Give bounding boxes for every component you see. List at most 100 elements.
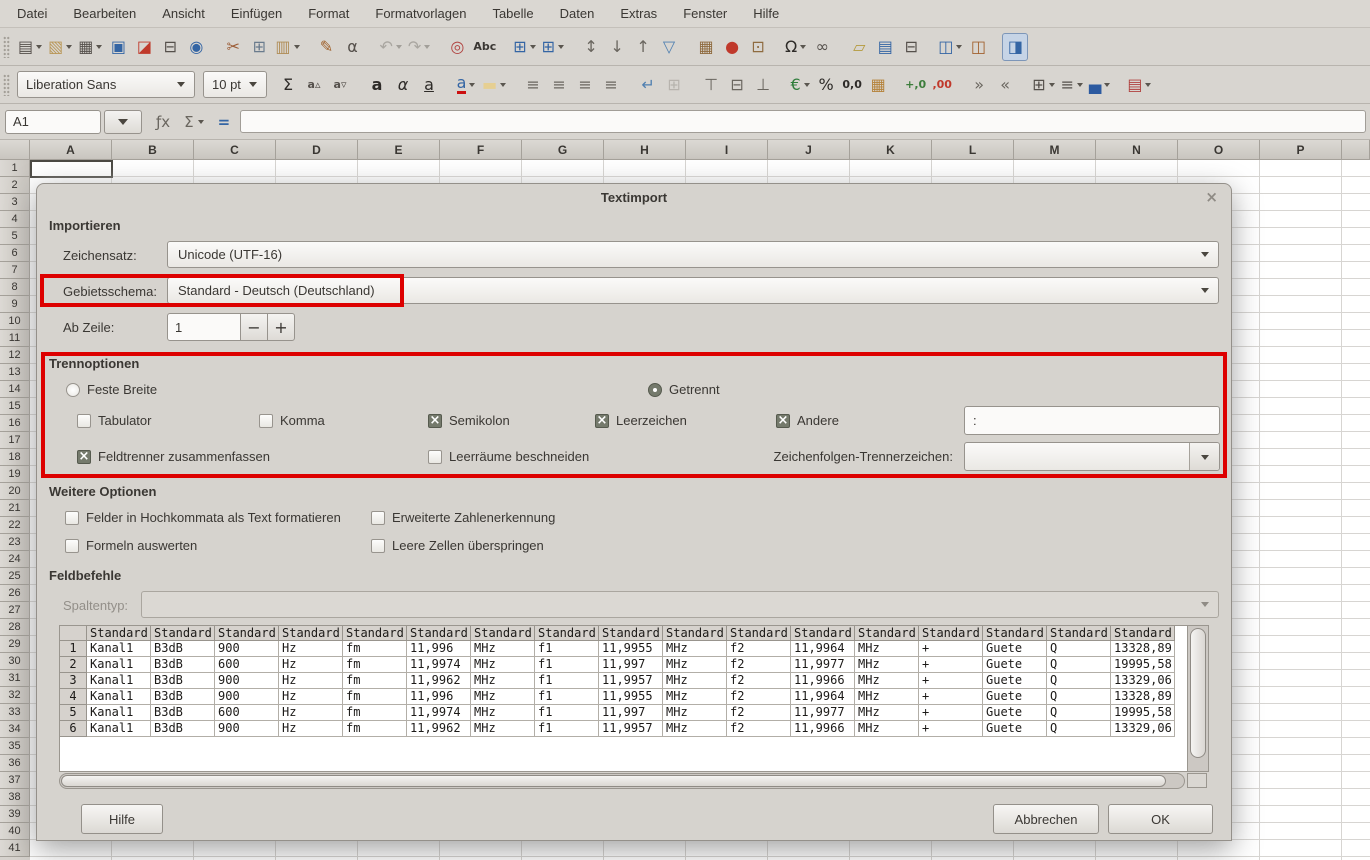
conditional-formatting-icon[interactable]: ▤: [1124, 71, 1154, 99]
preview-column-header[interactable]: Standard: [663, 626, 727, 641]
scrollbar-thumb[interactable]: [1190, 628, 1206, 758]
sort-ascending-icon[interactable]: ↓: [604, 33, 630, 61]
dropdown-arrow-icon[interactable]: [36, 45, 42, 49]
select-all-corner[interactable]: [0, 140, 30, 160]
charset-combo[interactable]: Unicode (UTF-16): [167, 241, 1219, 268]
align-center-icon[interactable]: ≡: [546, 71, 572, 99]
menu-item[interactable]: Einfügen: [218, 0, 295, 28]
save-icon[interactable]: ▦: [75, 33, 105, 61]
preview-column-header[interactable]: Standard: [279, 626, 343, 641]
ok-button[interactable]: OK: [1108, 804, 1213, 834]
dropdown-arrow-icon[interactable]: [956, 45, 962, 49]
dropdown-arrow-icon[interactable]: [530, 45, 536, 49]
row-header[interactable]: 15: [0, 398, 30, 415]
clear-formatting-icon[interactable]: α: [340, 33, 366, 61]
table-rows-icon[interactable]: ⊞: [510, 33, 538, 61]
menu-item[interactable]: Datei: [4, 0, 60, 28]
copy-icon[interactable]: ⊞: [246, 33, 272, 61]
evaluate-formulas-option[interactable]: Formeln auswerten: [65, 538, 197, 553]
detect-numbers-checkbox[interactable]: [371, 511, 385, 525]
preview-horizontal-scrollbar[interactable]: [59, 773, 1185, 789]
sort-icon[interactable]: ↕: [578, 33, 604, 61]
row-header[interactable]: 2: [0, 177, 30, 194]
formula-equals-icon[interactable]: =: [218, 113, 231, 131]
table-columns-icon[interactable]: ⊞: [539, 33, 567, 61]
save-as-icon[interactable]: ▣: [105, 33, 131, 61]
spinner-plus-button[interactable]: +: [267, 313, 295, 341]
column-header[interactable]: O: [1178, 140, 1260, 160]
row-header[interactable]: 24: [0, 551, 30, 568]
print-preview-icon[interactable]: ◉: [183, 33, 209, 61]
find-replace-icon[interactable]: ◎: [444, 33, 470, 61]
dropdown-arrow-icon[interactable]: [66, 45, 72, 49]
delete-decimal-icon[interactable]: ,00: [929, 71, 955, 99]
wrap-text-icon[interactable]: ↵: [635, 71, 661, 99]
dropdown-arrow-icon[interactable]: [294, 45, 300, 49]
preview-column-header[interactable]: Standard: [343, 626, 407, 641]
row-header[interactable]: 38: [0, 789, 30, 806]
align-left-icon[interactable]: ≡: [520, 71, 546, 99]
spelling-icon[interactable]: Abc: [470, 33, 499, 61]
skip-empty-checkbox[interactable]: [371, 539, 385, 553]
function-wizard-icon[interactable]: ƒx: [156, 113, 170, 131]
row-header[interactable]: 16: [0, 415, 30, 432]
toolbar-grip[interactable]: [3, 36, 10, 58]
from-row-input[interactable]: 1: [167, 313, 241, 341]
preview-column-header[interactable]: Standard: [151, 626, 215, 641]
menu-item[interactable]: Hilfe: [740, 0, 792, 28]
row-header[interactable]: 7: [0, 262, 30, 279]
row-header[interactable]: 11: [0, 330, 30, 347]
menu-item[interactable]: Fenster: [670, 0, 740, 28]
borders-icon[interactable]: ⊞: [1029, 71, 1057, 99]
highlight-color-icon[interactable]: ▬: [479, 71, 509, 99]
row-header[interactable]: 30: [0, 653, 30, 670]
special-character-icon[interactable]: Ω: [782, 33, 809, 61]
cut-icon[interactable]: ✂: [220, 33, 246, 61]
toolbar-grip[interactable]: [3, 74, 10, 96]
column-header[interactable]: F: [440, 140, 522, 160]
preview-column-header[interactable]: Standard: [919, 626, 983, 641]
pivot-table-icon[interactable]: ⊡: [745, 33, 771, 61]
preview-vertical-scrollbar[interactable]: [1187, 626, 1208, 771]
row-header[interactable]: 10: [0, 313, 30, 330]
skip-empty-option[interactable]: Leere Zellen überspringen: [371, 538, 544, 553]
column-header[interactable]: N: [1096, 140, 1178, 160]
dropdown-arrow-icon[interactable]: [1145, 83, 1151, 87]
add-decimal-icon[interactable]: +,0: [902, 71, 929, 99]
date-format-icon[interactable]: ▦: [865, 71, 891, 99]
row-header[interactable]: 13: [0, 364, 30, 381]
border-color-icon[interactable]: ▄: [1086, 71, 1113, 99]
redo-icon[interactable]: ↷: [405, 33, 433, 61]
decrease-indent-icon[interactable]: «: [992, 71, 1018, 99]
row-header[interactable]: 23: [0, 534, 30, 551]
dropdown-arrow-icon[interactable]: [1077, 83, 1083, 87]
row-header[interactable]: 21: [0, 500, 30, 517]
print-icon[interactable]: ⊟: [157, 33, 183, 61]
row-header[interactable]: 41: [0, 840, 30, 857]
font-name-combo[interactable]: Liberation Sans: [17, 71, 195, 98]
help-button[interactable]: Hilfe: [81, 804, 163, 834]
dropdown-arrow-icon[interactable]: [96, 45, 102, 49]
preview-column-header[interactable]: Standard: [535, 626, 599, 641]
row-header[interactable]: 14: [0, 381, 30, 398]
menu-item[interactable]: Formatvorlagen: [362, 0, 479, 28]
row-header[interactable]: 33: [0, 704, 30, 721]
dropdown-arrow-icon[interactable]: [396, 45, 402, 49]
column-header[interactable]: I: [686, 140, 768, 160]
insert-image-icon[interactable]: ▦: [693, 33, 719, 61]
new-document-icon[interactable]: ▤: [15, 33, 45, 61]
increase-indent-icon[interactable]: »: [966, 71, 992, 99]
spinner-minus-button[interactable]: −: [240, 313, 268, 341]
font-size-combo[interactable]: 10 pt: [203, 71, 267, 98]
sum-icon[interactable]: Σ: [184, 113, 193, 131]
dropdown-arrow-icon[interactable]: [558, 45, 564, 49]
preview-column-header[interactable]: Standard: [727, 626, 791, 641]
menu-item[interactable]: Tabelle: [479, 0, 546, 28]
row-header[interactable]: 35: [0, 738, 30, 755]
freeze-panes-icon[interactable]: ◫: [935, 33, 965, 61]
preview-column-header[interactable]: Standard: [87, 626, 151, 641]
clone-formatting-icon[interactable]: ✎: [314, 33, 340, 61]
row-header[interactable]: 28: [0, 619, 30, 636]
column-header[interactable]: M: [1014, 140, 1096, 160]
row-header[interactable]: 17: [0, 432, 30, 449]
